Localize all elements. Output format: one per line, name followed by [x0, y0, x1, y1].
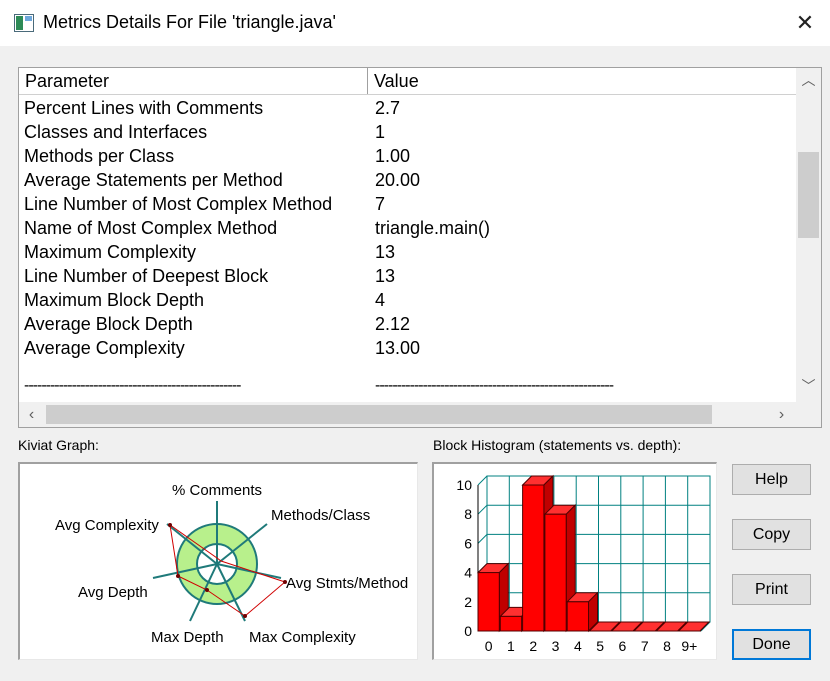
- table-row[interactable]: Average Complexity 13.00: [19, 336, 796, 360]
- histogram-y-tick-label: 0: [464, 623, 472, 639]
- table-header: Parameter Value: [19, 68, 796, 95]
- row-value: 2.7: [375, 98, 401, 118]
- row-parameter: Name of Most Complex Method: [24, 218, 278, 238]
- kiviat-label-comments: % Comments: [172, 482, 262, 499]
- kiviat-graph: % Comments Methods/Class Avg Stmts/Metho…: [55, 482, 408, 646]
- histogram-bar: [499, 615, 523, 632]
- kiviat-graph-panel: % Comments Methods/Class Avg Stmts/Metho…: [18, 462, 418, 660]
- kiviat-label-avgcomplex: Avg Complexity: [55, 517, 159, 534]
- row-parameter: Line Number of Deepest Block: [24, 266, 269, 286]
- table-row[interactable]: Line Number of Most Complex Method 7: [19, 192, 796, 216]
- window-title: Metrics Details For File 'triangle.java': [43, 12, 336, 32]
- histogram-x-tick-label: 2: [529, 638, 537, 654]
- histogram-y-tick-label: 4: [464, 565, 472, 581]
- horizontal-scroll-thumb[interactable]: [46, 405, 712, 424]
- done-button[interactable]: Done: [732, 629, 811, 660]
- vertical-scrollbar[interactable]: ︿ ﹀: [796, 68, 821, 402]
- help-button[interactable]: Help: [732, 464, 811, 495]
- histogram-gridline-side: [477, 475, 488, 486]
- row-parameter: Methods per Class: [24, 146, 175, 166]
- row-value: 13: [375, 266, 396, 286]
- close-icon[interactable]: ✕: [790, 9, 820, 37]
- table-row[interactable]: Average Block Depth 2.12: [19, 312, 796, 336]
- histogram-gridline-side: [477, 504, 488, 515]
- separator-dashes-parameter: ----------------------------------------…: [24, 377, 241, 394]
- histogram-x-tick-label: 3: [552, 638, 560, 654]
- table-row[interactable]: Name of Most Complex Method triangle.main…: [19, 216, 796, 240]
- histogram-bar: [477, 572, 500, 632]
- row-value: 13: [375, 242, 396, 262]
- column-header-value[interactable]: Value: [374, 71, 419, 92]
- histogram-x-tick-label: 5: [596, 638, 604, 654]
- histogram-gridline-side: [477, 534, 488, 544]
- block-histogram-panel: 0 2 4 6 8 10 0 1 2 3 4 5 6 7 8 9+: [432, 462, 717, 660]
- print-button[interactable]: Print: [732, 574, 811, 605]
- kiviat-point: [168, 523, 172, 527]
- histogram-y-tick-label: 10: [456, 477, 472, 493]
- kiviat-point: [243, 614, 247, 618]
- scroll-left-icon[interactable]: ‹: [19, 402, 44, 427]
- row-value: 20.00: [375, 170, 421, 190]
- kiviat-label-maxdepth: Max Depth: [151, 629, 224, 646]
- row-value: 1: [375, 122, 386, 142]
- table-row[interactable]: Average Statements per Method 20.00: [19, 168, 796, 192]
- block-histogram-chart: 02468100 1 2 3 4 5 6 7 8 9+: [456, 474, 711, 654]
- copy-button[interactable]: Copy: [732, 519, 811, 550]
- row-value: triangle.main(): [375, 218, 491, 238]
- row-parameter: Line Number of Most Complex Method: [24, 194, 333, 214]
- row-parameter: Average Complexity: [24, 338, 185, 358]
- horizontal-scrollbar[interactable]: ‹ ›: [19, 402, 796, 427]
- row-value: 2.12: [375, 314, 411, 334]
- table-row[interactable]: Methods per Class 1.00: [19, 144, 796, 168]
- kiviat-label-avgdepth: Avg Depth: [78, 584, 148, 601]
- kiviat-point: [205, 588, 209, 592]
- vertical-scroll-thumb[interactable]: [798, 152, 819, 238]
- scroll-up-icon[interactable]: ︿: [796, 70, 821, 90]
- scroll-right-icon[interactable]: ›: [769, 402, 794, 427]
- histogram-y-tick-label: 2: [464, 594, 472, 610]
- histogram-x-tick-label: 0: [485, 638, 493, 654]
- column-header-parameter[interactable]: Parameter: [25, 71, 109, 92]
- block-histogram-label: Block Histogram (statements vs. depth):: [433, 437, 682, 453]
- row-parameter: Maximum Block Depth: [24, 290, 205, 310]
- histogram-y-tick-label: 6: [464, 535, 472, 551]
- histogram-bar: [566, 601, 589, 632]
- histogram-x-tick-label: 4: [574, 638, 582, 654]
- scrollbar-corner: [796, 402, 821, 427]
- column-divider[interactable]: [367, 68, 368, 94]
- histogram-x-tick-label: 9+: [681, 638, 697, 654]
- table-row[interactable]: Maximum Complexity 13: [19, 240, 796, 264]
- metrics-table: Parameter Value Percent Lines with Comme…: [18, 67, 822, 428]
- kiviat-point: [176, 574, 180, 578]
- histogram-x-tick-label: 1: [507, 638, 515, 654]
- kiviat-label-maxcomplex: Max Complexity: [249, 629, 356, 646]
- table-body: Percent Lines with Comments 2.7 Classes a…: [19, 96, 796, 360]
- table-row[interactable]: Line Number of Deepest Block 13: [19, 264, 796, 288]
- kiviat-label-stmts: Avg Stmts/Method: [286, 575, 408, 592]
- row-parameter: Average Statements per Method: [24, 170, 283, 190]
- row-value: 7: [375, 194, 386, 214]
- table-row[interactable]: Maximum Block Depth 4: [19, 288, 796, 312]
- row-value: 4: [375, 290, 386, 310]
- histogram-x-tick-label: 6: [619, 638, 627, 654]
- scroll-down-icon[interactable]: ﹀: [796, 376, 821, 396]
- row-parameter: Classes and Interfaces: [24, 122, 208, 142]
- row-value: 1.00: [375, 146, 411, 166]
- row-parameter: Maximum Complexity: [24, 242, 197, 262]
- app-icon: [14, 14, 34, 32]
- row-parameter: Average Block Depth: [24, 314, 193, 334]
- histogram-bar: [544, 513, 567, 632]
- title-bar: Metrics Details For File 'triangle.java'…: [0, 0, 830, 46]
- histogram-x-tick-label: 7: [641, 638, 649, 654]
- row-parameter: Percent Lines with Comments: [24, 98, 264, 118]
- separator-dashes-value: ----------------------------------------…: [375, 377, 614, 394]
- table-row[interactable]: Percent Lines with Comments 2.7: [19, 96, 796, 120]
- table-row[interactable]: Classes and Interfaces 1: [19, 120, 796, 144]
- kiviat-graph-label: Kiviat Graph:: [18, 437, 99, 453]
- histogram-x-tick-label: 8: [663, 638, 671, 654]
- histogram-bar: [522, 484, 545, 632]
- row-value: 13.00: [375, 338, 421, 358]
- histogram-y-tick-label: 8: [464, 506, 472, 522]
- kiviat-label-methods: Methods/Class: [271, 507, 370, 524]
